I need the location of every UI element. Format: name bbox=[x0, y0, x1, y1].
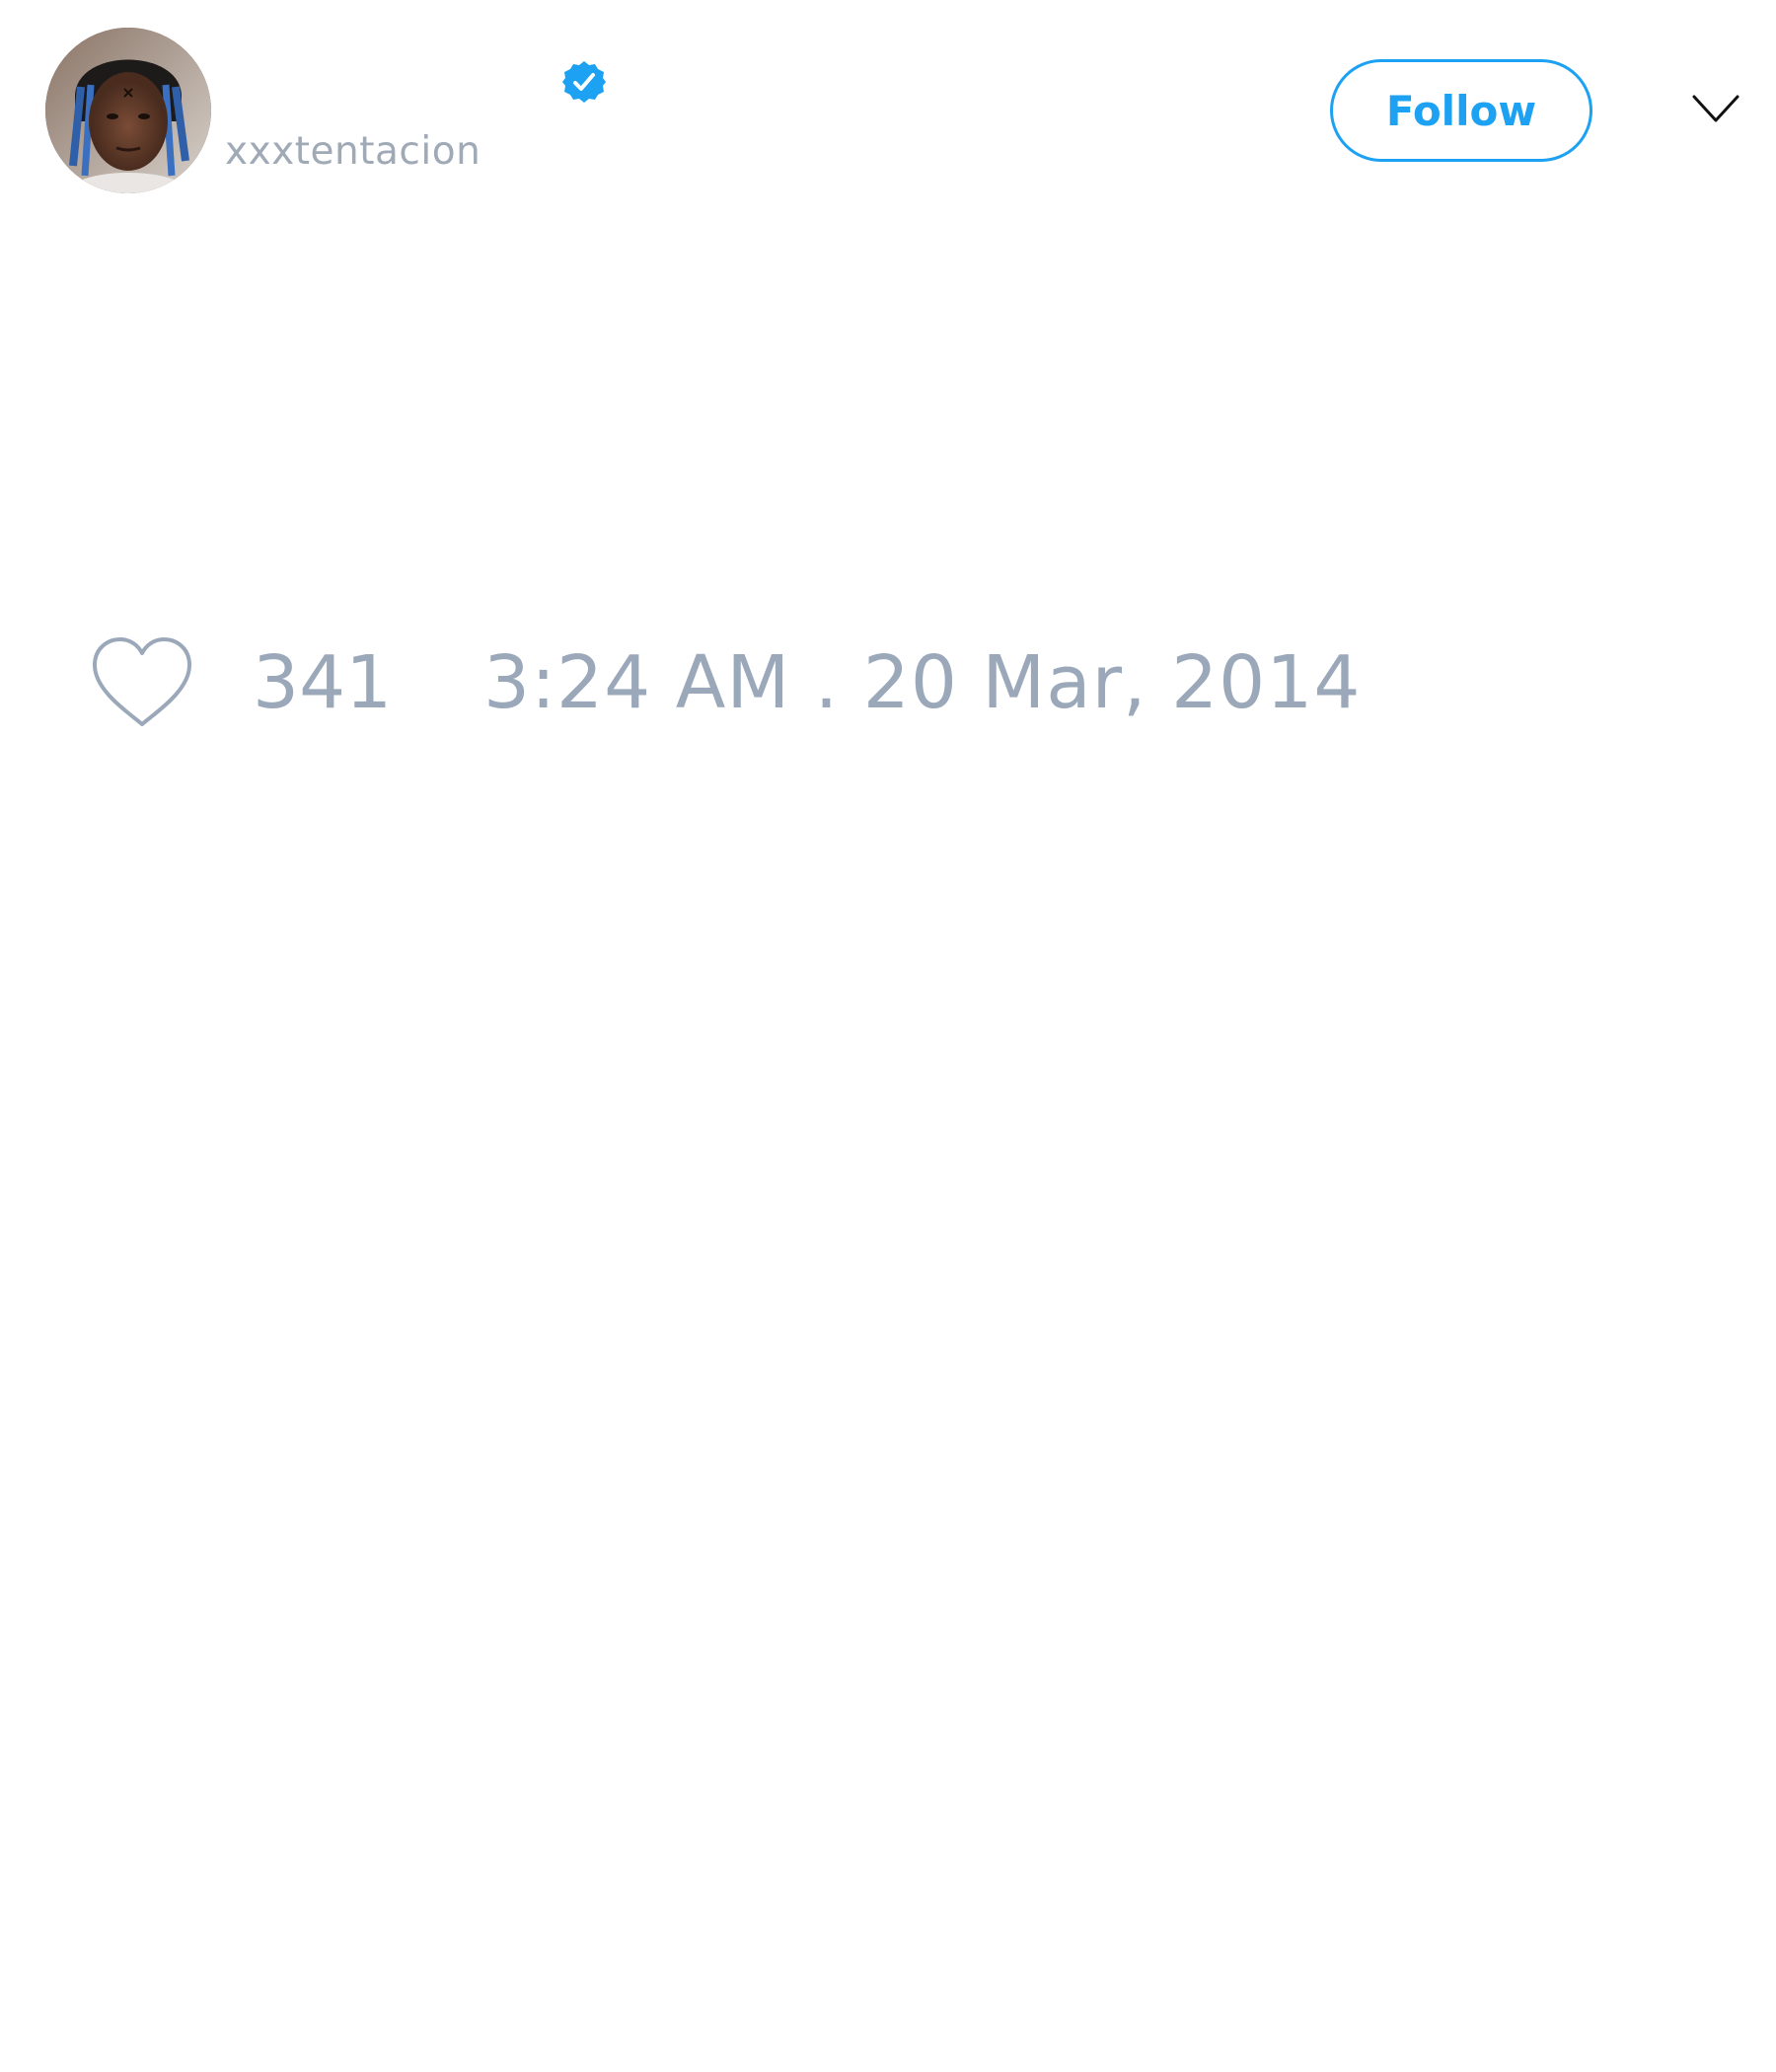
follow-button[interactable]: Follow bbox=[1330, 59, 1592, 162]
like-count: 341 bbox=[253, 640, 393, 725]
tweet-timestamp[interactable]: 3:24 AM . 20 Mar, 2014 bbox=[483, 639, 1361, 726]
verified-badge-icon bbox=[561, 59, 607, 105]
tweet-card: xxxtentacion Follow 341 3:24 AM . 20 Mar… bbox=[0, 0, 1776, 2072]
heart-icon[interactable] bbox=[89, 635, 195, 730]
chevron-down-icon[interactable] bbox=[1691, 93, 1740, 126]
avatar[interactable] bbox=[45, 28, 211, 193]
author-handle[interactable]: xxxtentacion bbox=[225, 128, 481, 176]
avatar-image bbox=[45, 28, 211, 193]
